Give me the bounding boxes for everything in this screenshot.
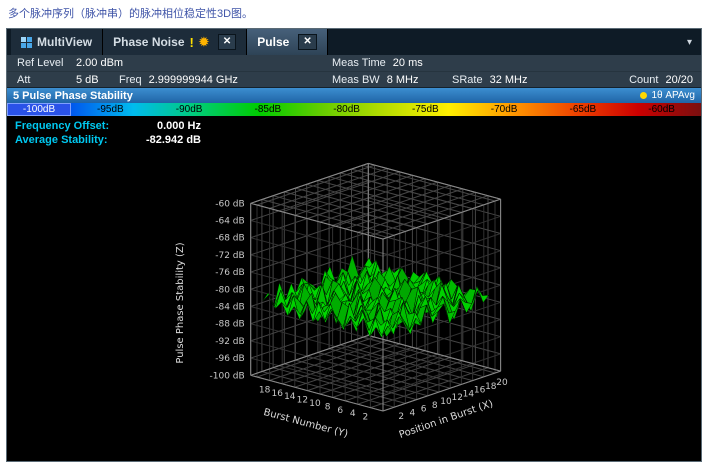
frequency-offset-value: 0.000 Hz (129, 119, 201, 133)
analyzer-window: MultiView Phase Noise ! ✹ ✕ Pulse ✕ ▾ Re… (6, 28, 702, 462)
tab-phase-noise-label: Phase Noise (113, 35, 184, 49)
y-tick-label: 18 (259, 385, 271, 395)
x-tick-label: 14 (463, 389, 475, 399)
3d-surface-plot: -60 dB -64 dB -68 dB -72 dB -76 dB -80 dB -84 … (7, 116, 701, 462)
frequency-offset-label: Frequency Offset: (15, 119, 129, 133)
measurement-header: Ref Level2.00 dBm Meas Time20 ms Att5 dB… (7, 55, 701, 88)
colorbar-label: -80dB (307, 103, 386, 116)
z-tick-label: -72 dB (215, 251, 244, 261)
colorbar-label: -95dB (71, 103, 150, 116)
y-tick-label: 14 (284, 392, 296, 402)
trace-info: 1θ APAvg (640, 90, 695, 101)
y-tick-label: 4 (350, 409, 356, 419)
close-phase-noise-button[interactable]: ✕ (218, 34, 236, 50)
tab-phase-noise[interactable]: Phase Noise ! ✹ ✕ (103, 29, 247, 55)
z-tick-label: -84 dB (215, 303, 244, 313)
z-tick-label: -64 dB (215, 217, 244, 227)
figure-caption: 多个脉冲序列（脉冲串）的脉冲相位稳定性3D图。 (0, 0, 708, 21)
colorbar-labels: -95dB-90dB-85dB-80dB-75dB-70dB-65dB-60dB (71, 103, 701, 116)
z-tick-label: -88 dB (215, 320, 244, 330)
x-tick-label: 10 (440, 397, 452, 407)
z-tick-label: -76 dB (215, 268, 244, 278)
frequency-offset-row: Frequency Offset:0.000 Hz (15, 119, 201, 133)
average-stability-value: -82.942 dB (129, 133, 201, 147)
z-axis-title: Pulse Phase Stability (Z) (175, 242, 186, 363)
x-tick-label: 18 (485, 382, 497, 392)
x-tick-label: 16 (474, 386, 486, 396)
x-tick-label: 6 (421, 405, 427, 415)
header-row-2: Att5 dB Freq2.999999944 GHz Meas BW8 MHz… (7, 71, 701, 88)
y-tick-label: 6 (337, 406, 343, 416)
x-tick-label: 4 (410, 408, 416, 418)
tab-pulse-label: Pulse (257, 35, 289, 49)
z-tick-label: -60 dB (215, 199, 244, 209)
tab-overflow-dropdown[interactable]: ▾ (678, 29, 701, 55)
trace-color-dot-icon (640, 92, 647, 99)
chevron-down-icon: ▾ (687, 37, 692, 48)
colorbar-label: -85dB (229, 103, 308, 116)
average-stability-row: Average Stability:-82.942 dB (15, 133, 201, 147)
freq-field: Freq2.999999944 GHz (119, 72, 238, 88)
y-axis-title: Burst Number (Y) (262, 407, 349, 440)
tab-multiview[interactable]: MultiView (11, 29, 103, 55)
colorbar-label: -90dB (150, 103, 229, 116)
srate-field: SRate32 MHz (452, 72, 527, 88)
result-readout: Frequency Offset:0.000 Hz Average Stabil… (15, 119, 201, 147)
colorbar-label: -60dB (622, 103, 701, 116)
colorbar-selected-value[interactable]: -100dB (7, 103, 71, 116)
colorbar-label: -75dB (386, 103, 465, 116)
meas-time-field: Meas Time20 ms (332, 55, 423, 71)
ref-level-field: Ref Level2.00 dBm (17, 55, 123, 71)
warning-exclamation-icon: ! (190, 35, 194, 50)
close-pulse-button[interactable]: ✕ (298, 34, 316, 50)
count-field: Count20/20 (629, 72, 693, 88)
y-tick-label: 2 (363, 413, 369, 423)
meas-bw-field: Meas BW8 MHz (332, 72, 418, 88)
tab-pulse[interactable]: Pulse ✕ (247, 29, 327, 55)
z-tick-label: -96 dB (215, 354, 244, 364)
trace-info-label: 1θ APAvg (651, 90, 695, 101)
x-tick-label: 2 (398, 412, 404, 422)
window-title: 5 Pulse Phase Stability (13, 90, 133, 102)
z-tick-label: -92 dB (215, 337, 244, 347)
y-tick-label: 16 (271, 389, 283, 399)
y-tick-label: 10 (309, 399, 321, 409)
measurement-star-icon: ✹ (199, 35, 209, 49)
tab-bar: MultiView Phase Noise ! ✹ ✕ Pulse ✕ ▾ (7, 29, 701, 55)
y-tick-label: 8 (325, 402, 331, 412)
x-tick-label: 12 (451, 393, 462, 403)
z-tick-label: -100 dB (210, 371, 245, 381)
window-title-bar: 5 Pulse Phase Stability 1θ APAvg (7, 88, 701, 103)
x-tick-label: 20 (496, 378, 508, 388)
z-tick-label: -68 dB (215, 234, 244, 244)
multiview-grid-icon (21, 37, 32, 48)
colorbar-label: -65dB (544, 103, 623, 116)
plot-area: Frequency Offset:0.000 Hz Average Stabil… (7, 116, 701, 462)
y-tick-label: 12 (297, 396, 308, 406)
average-stability-label: Average Stability: (15, 133, 129, 147)
colorbar-label: -70dB (465, 103, 544, 116)
x-tick-label: 8 (432, 401, 438, 411)
color-scale-bar[interactable]: -100dB -95dB-90dB-85dB-80dB-75dB-70dB-65… (7, 103, 701, 116)
z-tick-label: -80 dB (215, 285, 244, 295)
att-field: Att5 dB (17, 72, 99, 88)
header-row-1: Ref Level2.00 dBm Meas Time20 ms (7, 55, 701, 71)
tab-multiview-label: MultiView (37, 35, 92, 49)
